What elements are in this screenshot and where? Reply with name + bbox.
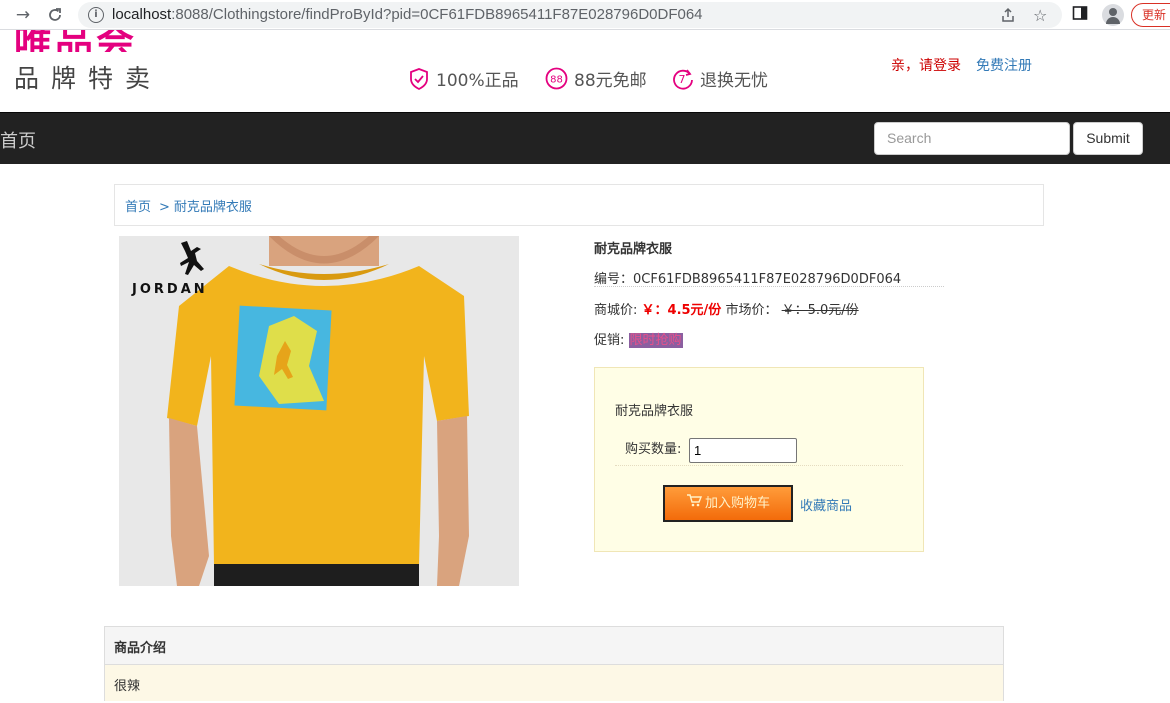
main-navbar: 首页 Search Submit: [0, 112, 1170, 164]
product-intro-panel: 商品介绍 很辣: [104, 626, 1004, 701]
profile-avatar[interactable]: [1102, 4, 1124, 26]
product-intro-heading: 商品介绍: [105, 627, 1003, 665]
url-path: :8088/Clothingstore/findProById?pid=0CF6…: [171, 6, 703, 23]
share-icon[interactable]: [1000, 7, 1016, 27]
product-promo-row: 促销: 限时抢购: [594, 329, 683, 348]
address-bar[interactable]: i localhost:8088/Clothingstore/findProBy…: [78, 2, 1062, 28]
price-label: 商城价:: [594, 303, 638, 318]
promo-return-label: 退换无忧: [700, 71, 768, 91]
svg-text:7: 7: [679, 73, 686, 86]
forward-arrow-icon[interactable]: →: [12, 4, 34, 26]
quantity-label: 购买数量:: [625, 442, 682, 457]
register-link[interactable]: 免费注册: [976, 55, 1032, 75]
product-code: 编号：0CF61FDB8965411F87E028796D0DF064: [594, 268, 944, 287]
product-price-row: 商城价: ￥：4.5元/份 市场价： ￥：5.0元/份: [594, 299, 859, 318]
promo-return: 7 退换无忧: [671, 66, 768, 95]
logo-subtitle: 品牌特卖: [14, 64, 163, 93]
address-url[interactable]: localhost:8088/Clothingstore/findProById…: [112, 6, 703, 23]
circle-88-icon: 88: [545, 67, 568, 95]
product-title: 耐克品牌衣服: [594, 242, 673, 257]
search-input[interactable]: Search: [874, 122, 1070, 155]
promo-authentic-label: 100%正品: [436, 71, 519, 91]
product-code-value: 0CF61FDB8965411F87E028796D0DF064: [633, 272, 902, 287]
promo-label: 促销:: [594, 333, 625, 348]
brand-logo-text: JORDAN: [132, 282, 208, 297]
update-button[interactable]: 更新: [1131, 3, 1170, 27]
shield-check-icon: [408, 67, 430, 96]
product-intro-text: 很辣: [105, 665, 1003, 701]
add-to-cart-button[interactable]: 加入购物车: [663, 485, 793, 522]
quantity-row: 购买数量: 1: [615, 438, 903, 466]
favorite-link[interactable]: 收藏商品: [800, 495, 852, 514]
return-7-icon: 7: [671, 67, 694, 95]
logo-mark[interactable]: 唯品会: [14, 30, 184, 52]
quantity-input[interactable]: 1: [689, 438, 797, 463]
promo-tag: 限时抢购: [628, 333, 683, 348]
buy-box-product-name: 耐克品牌衣服: [615, 404, 694, 419]
promo-free-shipping-label: 88元免邮: [574, 71, 647, 91]
add-to-cart-label: 加入购物车: [704, 496, 770, 511]
logo-text: 唯品会: [14, 30, 138, 52]
market-price-label: 市场价：: [725, 303, 778, 318]
buy-box: 耐克品牌衣服 购买数量: 1 加入购物车 收藏商品: [594, 367, 924, 552]
nav-home-link[interactable]: 首页: [0, 127, 36, 153]
star-icon[interactable]: ☆: [1033, 7, 1047, 25]
url-host: localhost: [112, 6, 172, 23]
sale-price: ￥：4.5元/份: [641, 303, 722, 318]
info-icon[interactable]: i: [88, 7, 104, 23]
cart-icon: [686, 487, 703, 520]
breadcrumb: 首页 > 耐克品牌衣服: [114, 184, 1044, 226]
browser-toolbar: → i localhost:8088/Clothingstore/findPro…: [0, 0, 1170, 30]
breadcrumb-home[interactable]: 首页: [125, 200, 151, 215]
market-price: ￥：5.0元/份: [781, 303, 859, 318]
svg-text:88: 88: [550, 75, 563, 86]
breadcrumb-separator: >: [159, 200, 170, 215]
breadcrumb-current[interactable]: 耐克品牌衣服: [174, 200, 252, 215]
side-panel-icon[interactable]: [1072, 5, 1088, 26]
product-code-label: 编号：: [594, 272, 634, 287]
reload-icon[interactable]: [44, 4, 66, 26]
promo-authentic: 100%正品: [408, 66, 519, 96]
product-image: JORDAN: [119, 236, 519, 586]
search-submit-button[interactable]: Submit: [1073, 122, 1143, 155]
promo-free-shipping: 88 88元免邮: [545, 66, 647, 95]
login-link[interactable]: 亲，请登录: [891, 55, 961, 75]
